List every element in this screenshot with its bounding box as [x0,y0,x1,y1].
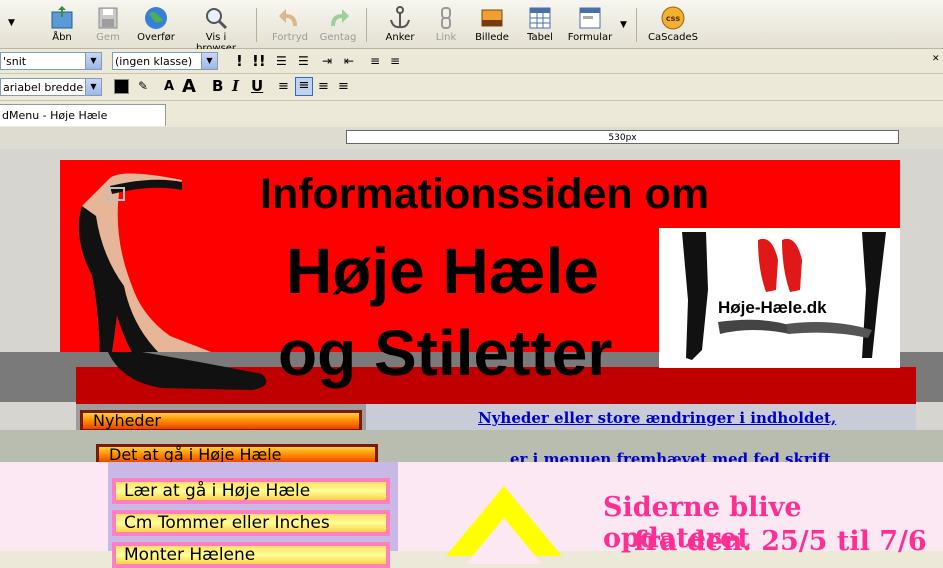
save-label: Gem [96,32,120,43]
main-toolbar: ▼ Åbn Gem Overfør Vis i browser Fortryd … [0,0,943,54]
class-select[interactable]: (ingen klasse) ▼ [112,52,218,70]
bold-button[interactable]: B [212,77,223,95]
update-notice-line2: fra den. 25/5 til 7/6 [634,526,927,557]
link-label: Link [435,32,457,43]
link-button[interactable]: Link [420,6,472,46]
chevron-down-icon: ▼ [201,53,217,69]
font-select-value: ariabel bredde [3,81,84,94]
numbered-list-icon[interactable]: ☰ [276,54,287,68]
browse-icon [206,8,228,30]
ruler-width-label: 530px [346,130,899,144]
redo-button[interactable]: Gentag [312,6,364,46]
redo-label: Gentag [319,32,357,43]
larger-font-button[interactable]: A [182,76,196,97]
table-button[interactable]: Tabel [514,6,566,46]
form-button[interactable]: Formular [564,6,616,46]
justify-icon[interactable]: ≡ [338,79,349,94]
bullet-list-icon[interactable]: ☰ [298,54,309,68]
toolbar-separator [636,8,637,42]
browse-button[interactable]: Vis i browser [186,6,246,54]
table-icon [529,7,551,29]
table-label: Tabel [527,32,553,43]
anchor-button[interactable]: Anker [374,6,426,46]
text-color-swatch[interactable] [114,79,129,94]
align-left-icon[interactable]: ≡ [278,79,289,94]
warning-triangle-inner [466,518,542,564]
svg-text:css: css [666,14,681,23]
css-icon: css [661,6,685,30]
menu-item-nyheder[interactable]: Nyheder [80,410,362,432]
paragraph-format-value: 'snit [3,55,27,68]
banner-title-line3: og Stiletter [278,317,613,389]
css-button[interactable]: css CaScadeS [644,6,702,46]
banner-title-line1: Informationssiden om [260,170,710,218]
align-dropdown-icon[interactable]: ≡ [390,54,400,68]
align-center-icon[interactable]: ≡ [295,77,313,96]
menu-item-units[interactable]: Cm Tommer eller Inches [112,510,390,536]
undo-button[interactable]: Fortryd [264,6,316,46]
close-icon[interactable]: ✕ [932,54,940,64]
format-toolbar-row1: 'snit ▼ (ingen klasse) ▼ ! !! ☰ ☰ ⇥ ⇤ ≡ … [0,49,943,74]
shoe-lower-image [102,352,267,390]
lilac-menu-strip [108,462,398,551]
open-label: Åbn [52,32,72,43]
image-button[interactable]: Billede [466,6,518,46]
toolbar-separator [256,8,257,42]
publish-label: Overfør [137,32,175,43]
save-button[interactable]: Gem [82,6,134,46]
menu-item-learn[interactable]: Lær at gå i Høje Hæle [112,478,390,504]
format-toolbar-row2: ariabel bredde ▼ ✎ A A B I U ≡ ≡ ≡ ≡ [0,74,943,101]
toolbar-separator [366,8,367,42]
logo-text: Høje-Hæle.dk [718,298,827,317]
strong-emphasis-icon[interactable]: !! [252,52,266,70]
align-icon[interactable]: ≡ [370,54,380,68]
news-link[interactable]: Nyheder eller store ændringer i indholde… [478,409,836,427]
toolbar-overflow-arrow[interactable]: ▼ [8,18,15,28]
emphasis-icon[interactable]: ! [236,52,243,70]
indent-icon[interactable]: ⇥ [322,54,332,68]
form-icon [579,7,601,29]
underline-button[interactable]: U [251,77,263,95]
menu-item-mount[interactable]: Monter Hælene [112,542,390,568]
font-select[interactable]: ariabel bredde ▼ [0,78,102,96]
redo-icon [331,9,349,26]
highlight-icon[interactable]: ✎ [138,79,148,93]
publish-icon [145,7,167,29]
open-button[interactable]: Åbn [36,6,88,46]
publish-button[interactable]: Overfør [130,6,182,46]
undo-label: Fortryd [272,32,308,43]
image-icon [481,9,503,27]
save-icon [98,7,118,29]
form-dropdown-arrow[interactable]: ▼ [620,20,627,30]
anchor-label: Anker [385,32,415,43]
banner-title-line2: Høje Hæle [286,235,599,307]
tab-document[interactable]: dMenu - Høje Hæle [0,104,166,126]
anchor-icon [390,6,410,29]
align-right-icon[interactable]: ≡ [318,79,329,94]
chevron-down-icon: ▼ [85,79,101,95]
paragraph-format-select[interactable]: 'snit ▼ [0,52,102,70]
image-label: Billede [475,32,509,43]
undo-icon [279,9,297,26]
smaller-font-button[interactable]: A [164,79,174,94]
form-label: Formular [567,32,613,43]
italic-button[interactable]: I [232,77,239,95]
outdent-icon[interactable]: ⇤ [344,54,354,68]
css-label: CaScadeS [648,32,698,43]
open-icon [51,6,73,29]
link-icon [441,7,451,29]
class-select-value: (ingen klasse) [115,55,193,68]
chevron-down-icon: ▼ [85,53,101,69]
